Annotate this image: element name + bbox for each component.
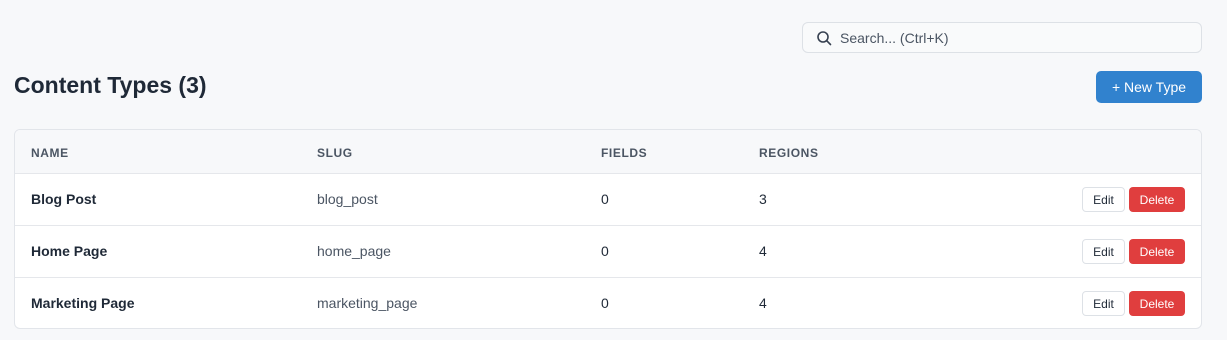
column-header-regions[interactable]: REGIONS <box>759 146 819 160</box>
content-types-table: NAME SLUG FIELDS REGIONS Blog Post blog_… <box>14 129 1202 329</box>
search-box[interactable] <box>802 22 1202 53</box>
row-name: Marketing Page <box>31 295 135 311</box>
new-type-button[interactable]: + New Type <box>1096 71 1202 103</box>
row-fields: 0 <box>601 243 609 259</box>
row-actions: Edit Delete <box>1082 239 1185 264</box>
column-header-slug[interactable]: SLUG <box>317 146 353 160</box>
table-row[interactable]: Home Page home_page 0 4 Edit Delete <box>15 226 1201 278</box>
row-slug: marketing_page <box>317 295 418 311</box>
row-actions: Edit Delete <box>1082 291 1185 316</box>
page-title: Content Types (3) <box>14 72 207 98</box>
search-input[interactable] <box>840 29 1180 46</box>
row-regions: 4 <box>759 295 767 311</box>
row-regions: 4 <box>759 243 767 259</box>
edit-button[interactable]: Edit <box>1082 291 1125 316</box>
table-row[interactable]: Blog Post blog_post 0 3 Edit Delete <box>15 174 1201 226</box>
column-header-name[interactable]: NAME <box>31 146 69 160</box>
row-slug: blog_post <box>317 191 378 207</box>
delete-button[interactable]: Delete <box>1129 239 1185 264</box>
edit-button[interactable]: Edit <box>1082 187 1125 212</box>
search-icon <box>817 30 832 45</box>
delete-button[interactable]: Delete <box>1129 291 1185 316</box>
row-fields: 0 <box>601 295 609 311</box>
row-actions: Edit Delete <box>1082 187 1185 212</box>
row-fields: 0 <box>601 191 609 207</box>
row-regions: 3 <box>759 191 767 207</box>
table-row[interactable]: Marketing Page marketing_page 0 4 Edit D… <box>15 278 1201 328</box>
delete-button[interactable]: Delete <box>1129 187 1185 212</box>
top-bar <box>0 0 1227 64</box>
row-slug: home_page <box>317 243 391 259</box>
column-header-fields[interactable]: FIELDS <box>601 146 647 160</box>
table-header: NAME SLUG FIELDS REGIONS <box>15 130 1201 174</box>
row-name: Blog Post <box>31 191 97 207</box>
row-name: Home Page <box>31 243 108 259</box>
edit-button[interactable]: Edit <box>1082 239 1125 264</box>
